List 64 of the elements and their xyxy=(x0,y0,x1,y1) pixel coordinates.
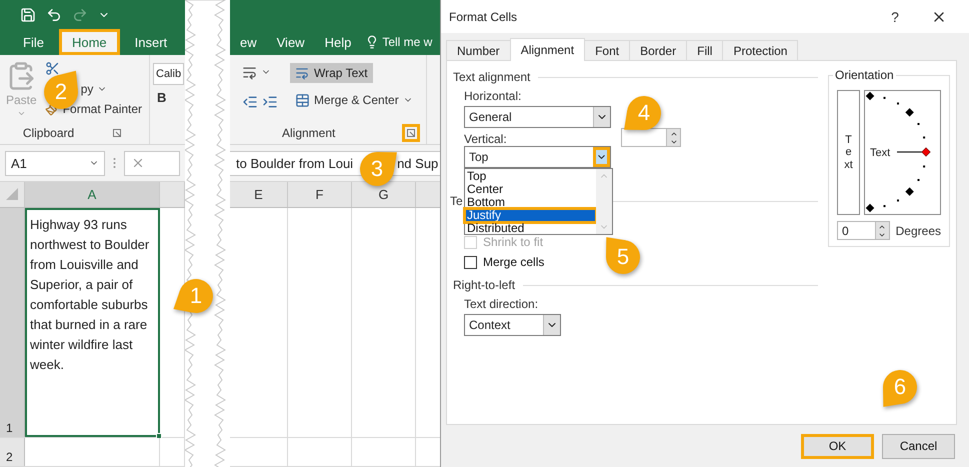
copy-label[interactable]: py xyxy=(80,82,94,96)
section-heading: Te xyxy=(450,194,463,208)
indent-spinbox[interactable] xyxy=(621,128,681,147)
help-button[interactable]: ? xyxy=(873,2,917,32)
ribbon-tab[interactable]: View xyxy=(266,29,315,55)
ribbon-tab[interactable]: Insert xyxy=(122,29,180,55)
grip-icon xyxy=(113,157,116,169)
step-number-tooltip: 6 xyxy=(872,359,928,415)
ribbon-tab[interactable]: Help xyxy=(314,29,362,55)
font-name-field[interactable]: Calib xyxy=(153,62,184,85)
checkbox[interactable] xyxy=(464,256,477,268)
field-label: Text direction: xyxy=(464,297,538,311)
scissors-icon[interactable] xyxy=(44,60,60,76)
field-label: Horizontal: xyxy=(464,89,522,103)
launcher-icon[interactable] xyxy=(402,124,420,142)
column-header[interactable]: A xyxy=(25,182,160,207)
orientation-dial[interactable]: Text xyxy=(864,90,941,215)
dropdown-option[interactable]: Justify xyxy=(465,209,596,222)
horizontal-select[interactable]: General xyxy=(464,106,611,128)
formula-field[interactable] xyxy=(124,150,180,176)
ribbon-tab[interactable]: Home xyxy=(58,29,120,55)
cancel-icon[interactable] xyxy=(131,156,145,170)
dropdown-option[interactable]: Distributed xyxy=(465,222,596,235)
column-header[interactable]: F xyxy=(288,182,352,207)
degrees-spinbox[interactable]: 0 xyxy=(837,221,890,240)
section-heading: Orientation xyxy=(833,68,896,82)
merge-center-button[interactable]: Merge & Center xyxy=(314,93,399,108)
window-title: Format Cells xyxy=(449,10,518,24)
field-label: Degrees xyxy=(896,224,941,238)
ribbon-tab[interactable]: File xyxy=(10,29,57,55)
wrap-text-icon xyxy=(295,66,309,80)
column-header[interactable]: E xyxy=(230,182,288,207)
vertical-text-option[interactable]: Text xyxy=(837,90,860,215)
dialog-button[interactable]: Cancel xyxy=(882,434,955,458)
name-box[interactable]: A1 xyxy=(5,150,105,176)
section-heading: Right-to-left xyxy=(453,278,516,292)
group-label: Alignment xyxy=(282,126,336,140)
decrease-indent-icon[interactable] xyxy=(242,94,258,110)
field-label: Vertical: xyxy=(464,132,508,146)
checkbox-label: Merge cells xyxy=(483,255,544,269)
section-heading: Text alignment xyxy=(453,70,530,84)
row-header[interactable]: 1 xyxy=(0,208,25,437)
merge-icon[interactable] xyxy=(295,92,310,108)
checkbox-label: Shrink to fit xyxy=(483,235,544,249)
ribbon-tab[interactable]: ew xyxy=(230,29,267,55)
text-direction-select[interactable]: Context xyxy=(464,314,561,336)
dropdown-option[interactable]: Top xyxy=(465,170,596,183)
bold-button[interactable]: B xyxy=(153,90,166,105)
active-cell[interactable]: Highway 93 runs northwest to Boulder from Louisville and Superior, a pair of comfortable suburbs that burned in a rare winter wildfire last week. xyxy=(25,208,160,437)
step-number-tooltip: 1 xyxy=(168,268,224,324)
increase-indent-icon[interactable] xyxy=(262,94,278,110)
wrap-text-button[interactable]: Wrap Text xyxy=(290,62,373,83)
dialog-button[interactable]: OK xyxy=(801,434,874,458)
dialog-tab[interactable]: Number xyxy=(446,40,511,60)
dialog-tab[interactable]: Protection xyxy=(722,40,798,60)
tell-me-search[interactable]: Tell me w xyxy=(361,29,432,55)
step-number-tooltip: 4 xyxy=(616,85,672,141)
dropdown-option[interactable]: Center xyxy=(465,183,596,196)
group-label: Clipboard xyxy=(22,126,74,140)
dropdown-option[interactable]: Bottom xyxy=(465,196,596,209)
dialog-tab[interactable]: Alignment xyxy=(510,38,586,61)
save-icon[interactable] xyxy=(20,6,36,23)
row-header[interactable]: 2 xyxy=(0,438,25,466)
undo-icon[interactable] xyxy=(46,6,62,23)
